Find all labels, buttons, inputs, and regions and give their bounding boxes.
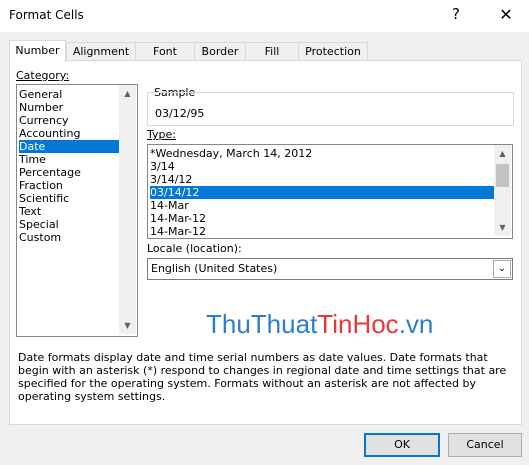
type-item[interactable]: 14-Mar [150, 199, 494, 212]
type-item[interactable]: 14-Mar-12 [150, 212, 494, 225]
locale-label: Locale (location): [147, 242, 242, 255]
type-item-selected[interactable]: 03/14/12 [150, 186, 494, 199]
scroll-down-icon[interactable]: ▼ [494, 219, 511, 236]
category-item-date[interactable]: Date [19, 140, 119, 153]
locale-dropdown[interactable]: English (United States) ⌄ [147, 258, 513, 280]
category-item-currency[interactable]: Currency [19, 114, 119, 127]
window-title: Format Cells [9, 8, 84, 22]
category-item-accounting[interactable]: Accounting [19, 127, 119, 140]
ok-button[interactable]: OK [364, 433, 440, 457]
help-button[interactable]: ? [452, 5, 460, 23]
tab-border[interactable]: Border [194, 42, 246, 61]
tab-font[interactable]: Font [135, 42, 195, 61]
chevron-down-icon[interactable]: ⌄ [493, 260, 511, 278]
cancel-button[interactable]: Cancel [448, 433, 522, 457]
type-item[interactable]: 3/14 [150, 160, 494, 173]
category-item-special[interactable]: Special [19, 218, 119, 231]
watermark-part-2: TinHoc [317, 309, 399, 339]
watermark-logo: ThuThuatTinHoc.vn [206, 309, 433, 340]
watermark-part-1: ThuThuat [206, 309, 318, 339]
tab-number[interactable]: Number [9, 40, 66, 62]
locale-value: English (United States) [151, 262, 278, 275]
watermark-part-3: .vn [398, 309, 434, 339]
category-item-time[interactable]: Time [19, 153, 119, 166]
category-scrollbar[interactable]: ▲ ▼ [119, 85, 136, 334]
category-item-fraction[interactable]: Fraction [19, 179, 119, 192]
sample-value: 03/12/95 [155, 107, 205, 120]
category-item-custom[interactable]: Custom [19, 231, 119, 244]
category-item-scientific[interactable]: Scientific [19, 192, 119, 205]
tab-fill[interactable]: Fill [245, 42, 299, 61]
scroll-up-icon[interactable]: ▲ [494, 145, 511, 162]
type-scrollbar[interactable]: ▲ ▼ [494, 145, 511, 236]
tab-protection[interactable]: Protection [298, 42, 368, 61]
format-description: Date formats display date and time seria… [18, 351, 507, 403]
category-listbox[interactable]: General Number Currency Accounting Date … [16, 84, 138, 337]
type-item[interactable]: *Wednesday, March 14, 2012 [150, 147, 494, 160]
category-item-text[interactable]: Text [19, 205, 119, 218]
type-item[interactable]: 3/14/12 [150, 173, 494, 186]
type-listbox[interactable]: *Wednesday, March 14, 2012 3/14 3/14/12 … [147, 144, 513, 239]
tab-alignment[interactable]: Alignment [66, 42, 136, 61]
type-item[interactable]: 14-Mar-12 [150, 225, 494, 236]
category-item-general[interactable]: General [19, 88, 119, 101]
close-icon[interactable]: ✕ [492, 2, 520, 28]
category-item-percentage[interactable]: Percentage [19, 166, 119, 179]
scroll-down-icon[interactable]: ▼ [119, 317, 136, 334]
scroll-up-icon[interactable]: ▲ [119, 85, 136, 102]
category-item-number[interactable]: Number [19, 101, 119, 114]
scroll-thumb[interactable] [496, 164, 509, 187]
category-label: Category: [16, 69, 70, 82]
title-bar: Format Cells ? ✕ [0, 0, 529, 32]
type-label: Type: [147, 128, 176, 141]
